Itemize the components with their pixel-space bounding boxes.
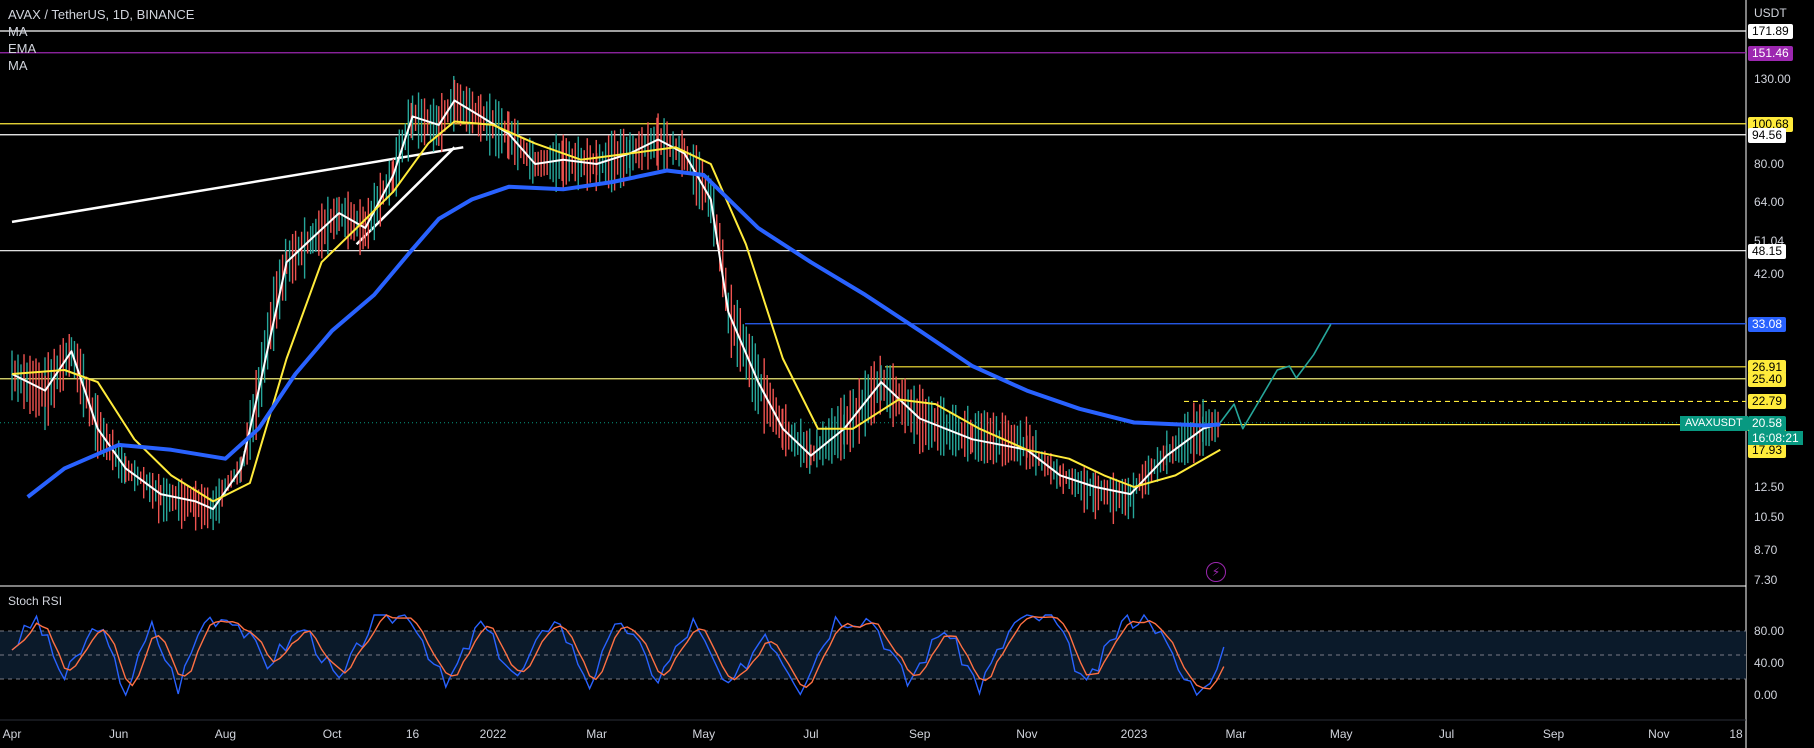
indicator-ma-1[interactable]: MA — [8, 23, 194, 40]
candlestick-group — [11, 75, 1219, 531]
time-tick-label: Nov — [1648, 727, 1670, 741]
time-tick-label: 2022 — [479, 727, 507, 741]
trendline — [11, 146, 464, 224]
price-level-label: 94.56 — [1748, 127, 1787, 143]
time-tick-label: Apr — [2, 727, 22, 741]
price-tick-label: 7.30 — [1754, 573, 1778, 587]
price-axis-unit: USDT — [1754, 6, 1787, 20]
price-level-label: 22.79 — [1748, 394, 1787, 410]
indicator-ema[interactable]: EMA — [8, 40, 194, 57]
chart-canvas[interactable] — [0, 0, 1814, 748]
time-tick-label: Jul — [1438, 727, 1455, 741]
rsi-tick-label: 0.00 — [1754, 688, 1778, 702]
time-tick-label: Sep — [909, 727, 931, 741]
symbol-title: AVAX / TetherUS, 1D, BINANCE — [8, 7, 195, 22]
time-tick-label: May — [692, 727, 716, 741]
price-level-label: 33.08 — [1748, 316, 1787, 332]
price-level-label: 25.40 — [1748, 371, 1787, 387]
time-tick-label: Oct — [322, 727, 342, 741]
price-tick-label: 10.50 — [1754, 510, 1785, 525]
moving-average-line — [11, 99, 1221, 511]
time-tick-label: 16 — [405, 727, 420, 741]
price-level-label: 171.89 — [1748, 24, 1793, 39]
indicator-ma-2[interactable]: MA — [8, 57, 194, 74]
time-tick-label: Nov — [1016, 727, 1038, 741]
price-tick-label: 64.00 — [1754, 195, 1785, 210]
price-level-label: 17.93 — [1748, 443, 1787, 459]
flash-icon[interactable]: ⚡ — [1206, 562, 1226, 582]
price-level-label: 151.46 — [1748, 45, 1793, 61]
price-tick-label: 130.00 — [1754, 72, 1791, 86]
price-tick-label: 42.00 — [1754, 267, 1785, 281]
moving-average-line — [11, 120, 1221, 503]
current-price-label: 20.58 — [1748, 415, 1787, 431]
projection-path — [1219, 323, 1332, 430]
price-tick-label: 12.50 — [1754, 480, 1785, 494]
price-tick-label: 80.00 — [1754, 157, 1785, 171]
time-tick-label: May — [1329, 727, 1353, 741]
price-tick-label: 8.70 — [1754, 542, 1778, 557]
chart-legend: AVAX / TetherUS, 1D, BINANCE MA EMA MA — [8, 6, 194, 74]
time-tick-label: Mar — [586, 727, 607, 741]
time-tick-label: 2023 — [1120, 727, 1148, 741]
current-symbol-tag: AVAXUSDT — [1680, 415, 1748, 431]
stoch-rsi-title[interactable]: Stoch RSI — [8, 594, 62, 608]
moving-average-line — [26, 168, 1221, 499]
rsi-tick-label: 80.00 — [1754, 624, 1785, 638]
time-tick-label: 18 — [1729, 727, 1743, 741]
time-tick-label: Jul — [803, 727, 819, 741]
time-tick-label: Aug — [214, 727, 237, 741]
price-level-label: 48.15 — [1748, 243, 1787, 259]
time-tick-label: Jun — [109, 727, 129, 741]
time-tick-label: Sep — [1542, 727, 1565, 741]
time-tick-label: Mar — [1225, 727, 1247, 741]
bar-countdown: 16:08:21 — [1748, 430, 1803, 445]
rsi-tick-label: 40.00 — [1754, 656, 1785, 670]
